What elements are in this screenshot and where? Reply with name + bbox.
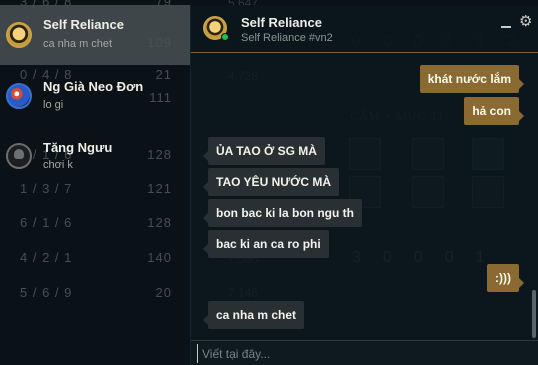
message-incoming: bac ki an ca ro phi xyxy=(203,230,329,258)
friends-sidebar: Self Reliance ca nha m chet Ng Già Neo Đ… xyxy=(0,0,190,365)
avatar xyxy=(6,143,32,169)
avatar xyxy=(203,16,229,41)
contact-self-reliance[interactable]: Self Reliance ca nha m chet xyxy=(0,5,190,65)
message-outgoing: khát nước lắm xyxy=(419,65,525,93)
chat-scrollbar[interactable] xyxy=(532,290,536,338)
message-incoming: ỦA TAO Ở SG MÀ xyxy=(203,137,325,165)
avatar xyxy=(6,83,32,109)
message-input-bar xyxy=(191,340,538,365)
message-incoming: TAO YÊU NƯỚC MÀ xyxy=(202,168,340,196)
message-incoming: bon bac ki la bon ngu th xyxy=(203,199,362,227)
message-incoming: ca nha m chet xyxy=(202,301,305,329)
contact-name: Self Reliance xyxy=(43,17,124,32)
contact-name: Tăng Ngưu xyxy=(43,140,113,155)
gear-icon[interactable]: ⚙ xyxy=(519,14,532,29)
chat-window: Self Reliance Self Reliance #vn2 ⚙ khát … xyxy=(190,5,538,365)
chat-header: Self Reliance Self Reliance #vn2 ⚙ xyxy=(191,5,538,53)
message-outgoing: hả con xyxy=(464,97,524,125)
message-outgoing: :))) xyxy=(487,264,524,292)
message-input[interactable] xyxy=(197,344,533,363)
contact-last-message: chơi k xyxy=(43,159,73,171)
contact-last-message: ca nha m chet xyxy=(43,38,113,50)
contact-ng-gia-neo-don[interactable]: Ng Già Neo Đơn lo gi xyxy=(0,67,190,127)
contact-last-message: lo gi xyxy=(43,99,64,111)
contact-name: Ng Già Neo Đơn xyxy=(43,79,144,94)
message-list: khát nước lắm hả con ỦA TAO Ở SG MÀ TAO … xyxy=(191,53,538,338)
chat-contact-name: Self Reliance xyxy=(241,15,322,30)
chat-contact-tag: Self Reliance #vn2 xyxy=(241,32,333,44)
avatar xyxy=(6,22,32,48)
contact-tang-nguu[interactable]: Tăng Ngưu chơi k xyxy=(0,127,190,187)
minimize-icon[interactable] xyxy=(499,18,513,32)
online-status-icon xyxy=(221,33,229,41)
